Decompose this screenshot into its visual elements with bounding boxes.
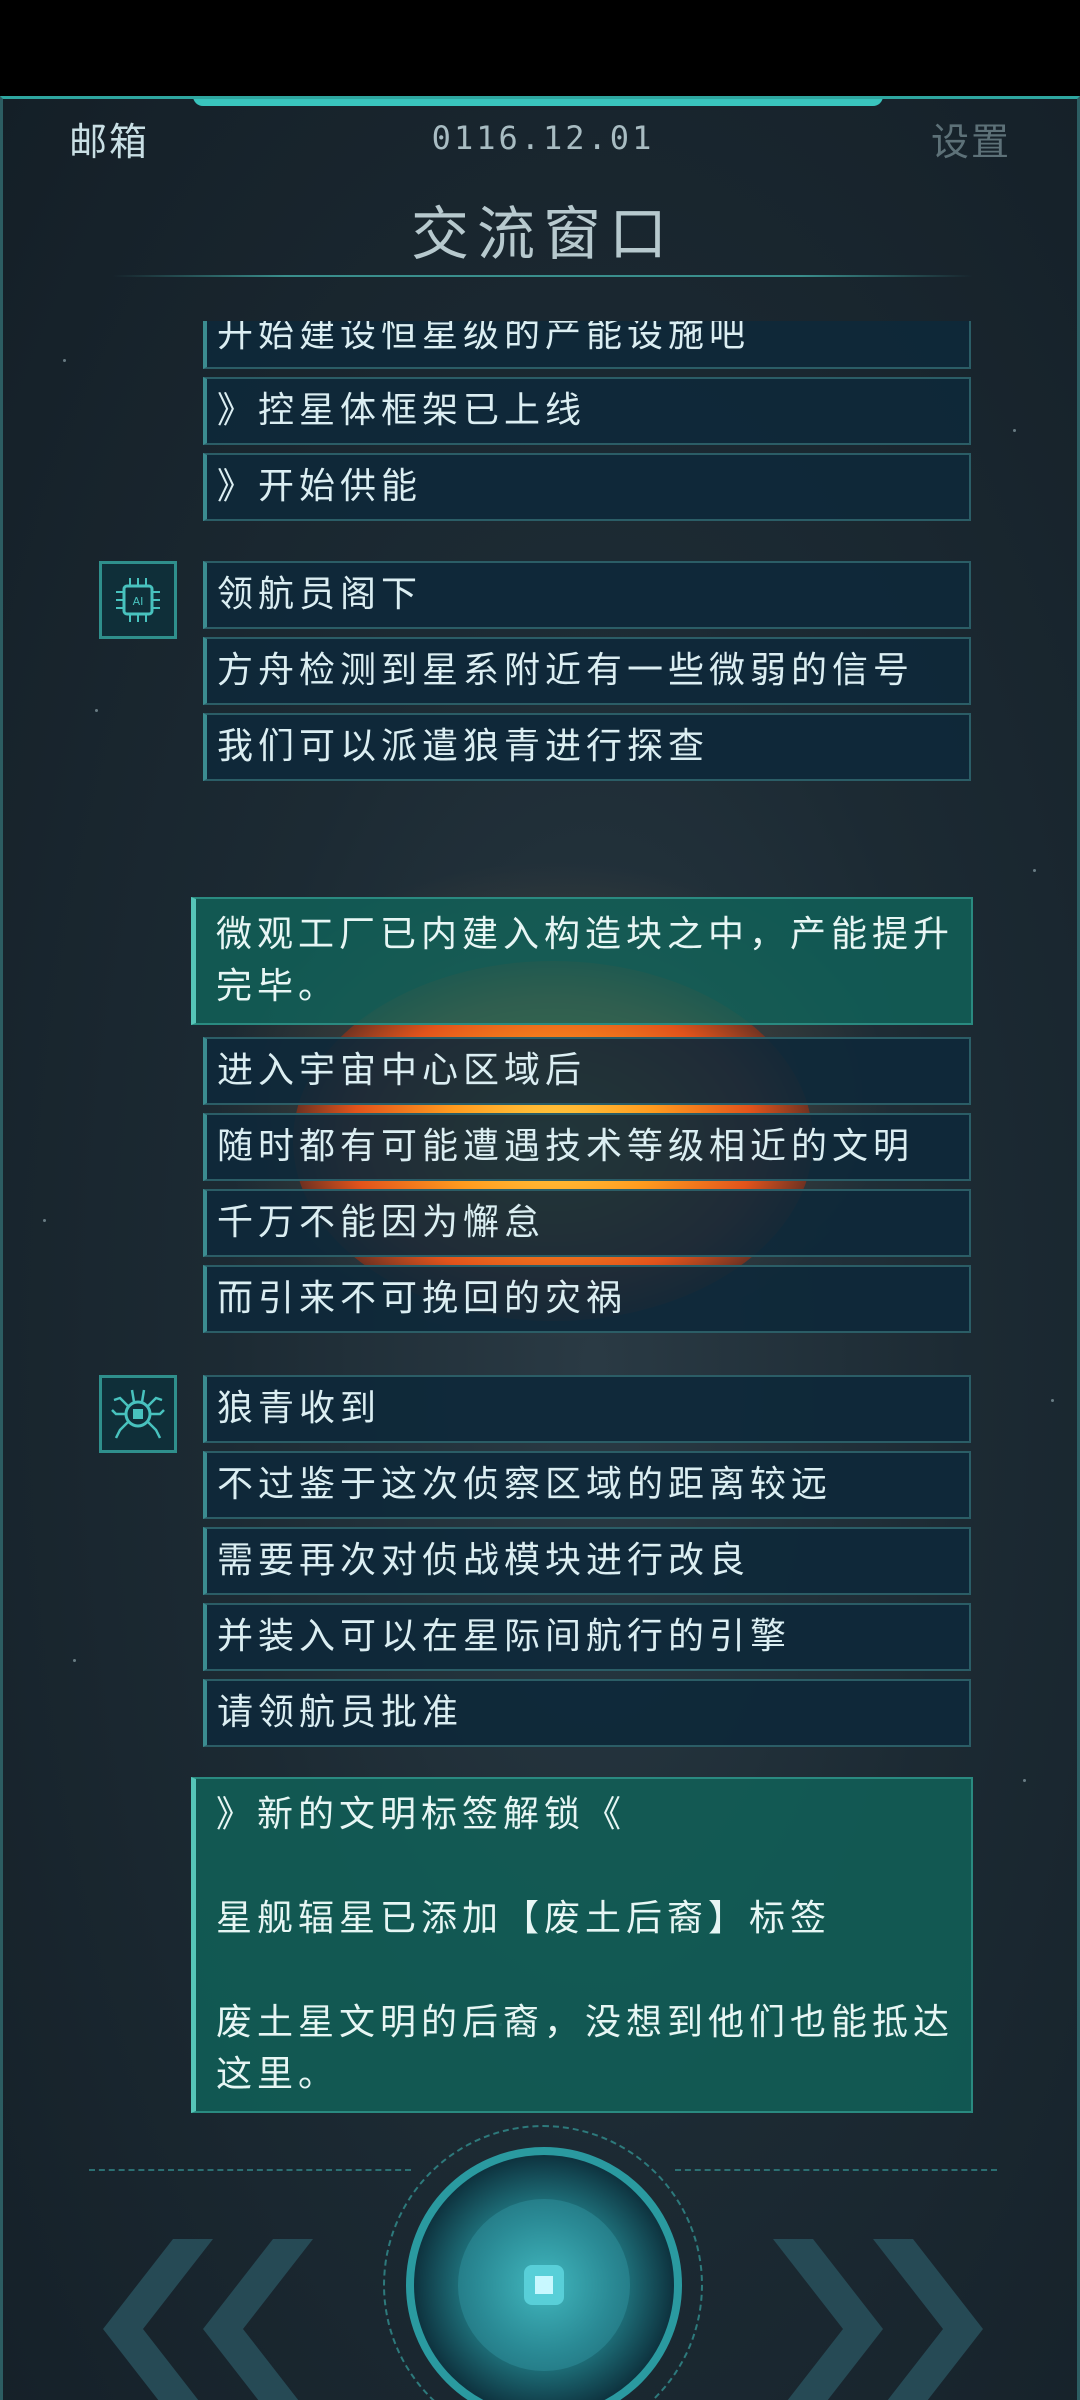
chat-message: 而引来不可挽回的灾祸: [203, 1265, 971, 1333]
footer-divider: [89, 2169, 411, 2171]
game-date: 0116.12.01: [431, 119, 655, 157]
chat-message: 随时都有可能遭遇技术等级相近的文明: [203, 1113, 971, 1181]
bottom-controls: [3, 2125, 1077, 2400]
unlock-tag-text: 星舰辐星已添加【废土后裔】标签: [216, 1898, 832, 1939]
unlock-description: 废土星文明的后裔，没想到他们也能抵达这里。: [216, 2002, 955, 2095]
ai-chip-icon: AI: [116, 578, 160, 622]
footer-divider: [675, 2169, 997, 2171]
title-divider: [113, 275, 973, 277]
unlock-title: 》新的文明标签解锁《: [216, 1794, 627, 1835]
chat-message: 并装入可以在星际间航行的引擎: [203, 1603, 971, 1671]
chat-message: 千万不能因为懈怠: [203, 1189, 971, 1257]
chat-message: 方舟检测到星系附近有一些微弱的信号: [203, 637, 971, 705]
game-screen: 邮箱 0116.12.01 设置 交流窗口 开始建设恒星级的产能设施吧 》控星体…: [0, 96, 1080, 2400]
chat-message: 领航员阁下: [203, 561, 971, 629]
double-chevron-left-icon[interactable]: [103, 2229, 323, 2400]
ai-avatar: AI: [99, 561, 177, 639]
chat-message: 开始建设恒星级的产能设施吧: [203, 321, 971, 369]
chat-message: 进入宇宙中心区域后: [203, 1037, 971, 1105]
chat-message: 需要再次对侦战模块进行改良: [203, 1527, 971, 1595]
wolf-drone-avatar: [99, 1375, 177, 1453]
chat-message: 》控星体框架已上线: [203, 377, 971, 445]
chat-log[interactable]: 开始建设恒星级的产能设施吧 》控星体框架已上线 》开始供能 AI 领航员阁下 方…: [3, 321, 1077, 2121]
chat-message: 》开始供能: [203, 453, 971, 521]
notice-spacer: [216, 1945, 957, 1997]
page-title: 交流窗口: [410, 200, 675, 268]
chat-message: 狼青收到: [203, 1375, 971, 1443]
chat-message: 不过鉴于这次侦察区域的距离较远: [203, 1451, 971, 1519]
svg-text:AI: AI: [133, 595, 144, 608]
core-button-icon[interactable]: [524, 2265, 564, 2305]
settings-button[interactable]: 设置: [931, 111, 1011, 166]
top-glow-bar: [193, 99, 883, 106]
chat-message: 我们可以派遣狼青进行探查: [203, 713, 971, 781]
system-notice: 微观工厂已内建入构造块之中，产能提升完毕。: [191, 897, 973, 1025]
spider-bot-icon: [111, 1389, 165, 1439]
unlock-notice: 》新的文明标签解锁《 星舰辐星已添加【废土后裔】标签 废土星文明的后裔，没想到他…: [191, 1777, 973, 2113]
notice-text: 微观工厂已内建入构造块之中，产能提升完毕。: [216, 914, 955, 1007]
notice-spacer: [216, 1841, 957, 1893]
double-chevron-right-icon[interactable]: [763, 2229, 983, 2400]
chat-message: 请领航员批准: [203, 1679, 971, 1747]
